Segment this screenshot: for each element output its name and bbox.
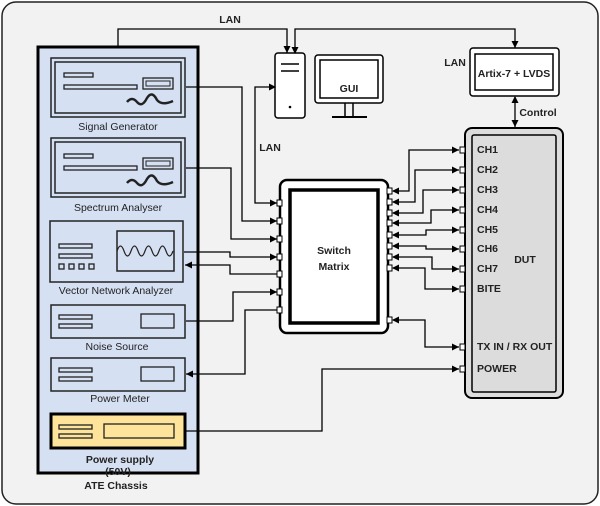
dut-port [459, 166, 466, 174]
dut-port-label: POWER [477, 363, 517, 375]
gui-label: GUI [340, 83, 359, 95]
power-meter-label: Power Meter [90, 393, 150, 405]
switch-output-port [386, 231, 393, 239]
switch-input-port [276, 288, 283, 296]
switch-input-port [276, 235, 283, 243]
switch-input-port [276, 306, 283, 314]
power-supply-label: Power supply [86, 454, 154, 466]
switch-output-port [386, 264, 393, 272]
switch-output-port [386, 253, 393, 261]
vna-label: Vector Network Analyzer [59, 285, 174, 297]
noise-source-label: Noise Source [85, 341, 148, 353]
dut-port-label: CH6 [477, 243, 498, 255]
switch-input-port [276, 217, 283, 225]
switch-output-port [386, 219, 393, 227]
switch-matrix-label-2: Matrix [319, 261, 350, 273]
signal-generator-label: Signal Generator [78, 121, 158, 133]
dut-port [459, 206, 466, 214]
control-label: Control [519, 107, 556, 119]
dut-port [459, 186, 466, 194]
dut-port-label: CH4 [477, 204, 498, 216]
dut-label: DUT [514, 254, 536, 266]
dut-port-label: CH1 [477, 144, 498, 156]
switch-matrix-label-1: Switch [317, 245, 351, 257]
dut-port [459, 285, 466, 293]
ate-chassis: Signal Generator Spectrum Analyser Vecto… [36, 45, 200, 492]
dut-port [459, 146, 466, 154]
dut-port [459, 365, 466, 373]
dut-port [459, 226, 466, 234]
lan-label-side: LAN [259, 142, 281, 154]
dut-port-label: CH2 [477, 164, 498, 176]
switch-output-port [386, 198, 393, 206]
switch-output-port [386, 242, 393, 250]
artix-label: Artix-7 + LVDS [478, 68, 550, 80]
dut-port-label: CH3 [477, 184, 498, 196]
switch-output-port [386, 316, 393, 324]
lan-label-top: LAN [219, 14, 241, 26]
switch-output-port [386, 187, 393, 195]
dut-port [459, 343, 466, 351]
switch-matrix: Switch Matrix [278, 178, 390, 335]
switch-input-port [276, 270, 283, 278]
power-supply-voltage: (50V) [105, 466, 131, 478]
dut: DUT CH1 CH2 CH3 CH4 CH5 CH6 CH7 BITE TX IN / RX … [464, 127, 564, 399]
vector-network-analyzer: Vector Network Analyzer [49, 220, 184, 297]
lan-label-artix: LAN [444, 57, 466, 69]
switch-input-port [276, 253, 283, 261]
dut-port-label: BITE [477, 283, 501, 295]
ate-chassis-label: ATE Chassis [84, 480, 148, 492]
switch-input-port [276, 199, 283, 207]
spectrum-analyser-label: Spectrum Analyser [74, 202, 163, 214]
switch-output-port [386, 209, 393, 217]
ate-block-diagram: Signal Generator Spectrum Analyser Vecto… [1, 1, 599, 505]
dut-port [459, 245, 466, 253]
server-pc [274, 52, 306, 119]
artix-fpga-board: Artix-7 + LVDS [469, 47, 560, 97]
dut-port [459, 265, 466, 273]
dut-port-label: TX IN / RX OUT [477, 341, 553, 353]
dut-port-label: CH7 [477, 263, 498, 275]
dut-port-label: CH5 [477, 224, 498, 236]
